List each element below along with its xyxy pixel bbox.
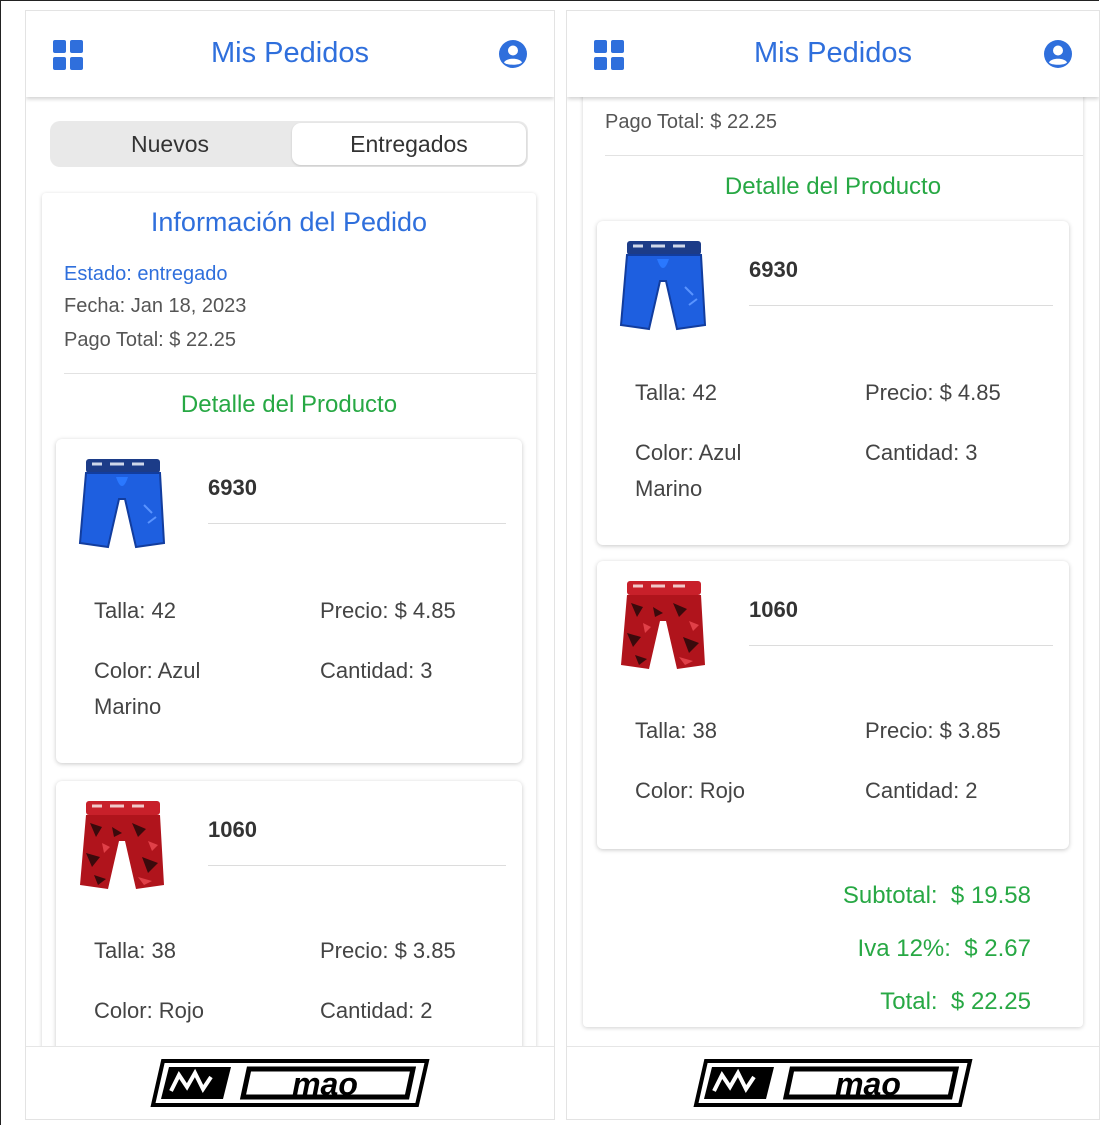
divider xyxy=(605,155,1083,156)
divider xyxy=(749,305,1053,306)
page-title: Mis Pedidos xyxy=(211,37,369,69)
blue-boxer-brief-image xyxy=(72,455,172,555)
divider xyxy=(749,645,1053,646)
product-card[interactable]: 1060 Talla: 38 Precio: $ 3.85 Color: Roj… xyxy=(597,561,1069,849)
divider xyxy=(64,373,536,374)
product-quantity: Cantidad: 2 xyxy=(320,998,433,1023)
product-size: Talla: 42 xyxy=(635,380,717,405)
product-code: 1060 xyxy=(208,817,257,842)
order-date: Fecha: Jan 18, 2023 xyxy=(64,295,247,317)
order-card: Pago Total: $ 22.25 Detalle del Producto… xyxy=(583,97,1083,1027)
order-info-title: Información del Pedido xyxy=(150,207,428,237)
phone-screen-top: Mis Pedidos Nuevos Entregados Informació… xyxy=(25,10,555,1120)
phone-screen-scrolled: Mis Pedidos Pago Total: $ 22.25 Detalle … xyxy=(566,10,1100,1120)
total-value: $ 22.25 xyxy=(950,988,1031,1015)
footer xyxy=(26,1046,554,1119)
product-quantity: Cantidad: 3 xyxy=(320,658,433,683)
product-price: Precio: $ 3.85 xyxy=(865,718,1001,743)
product-price: Precio: $ 4.85 xyxy=(320,598,456,623)
product-price: Precio: $ 4.85 xyxy=(865,380,1001,405)
total-label: Total: xyxy=(880,988,938,1015)
product-size: Talla: 42 xyxy=(94,598,176,623)
product-code: 6930 xyxy=(208,475,257,500)
order-card: Información del Pedido Estado: entregado… xyxy=(42,193,536,1047)
order-totals: Subtotal: $ 19.58 Iva 12%: $ 2.67 Total:… xyxy=(843,869,1031,1028)
blue-boxer-brief-image xyxy=(613,237,713,337)
product-code: 1060 xyxy=(749,597,798,622)
product-quantity: Cantidad: 2 xyxy=(865,778,978,803)
account-circle-icon[interactable] xyxy=(1043,39,1073,69)
subtotal-row: Subtotal: $ 19.58 xyxy=(843,869,1031,922)
product-card[interactable]: 1060 Talla: 38 Precio: $ 3.85 Color: Roj… xyxy=(56,781,522,1047)
product-size: Talla: 38 xyxy=(94,938,176,963)
mao-brand-logo xyxy=(688,1057,978,1109)
divider xyxy=(208,523,506,524)
footer xyxy=(567,1046,1099,1119)
page-title: Mis Pedidos xyxy=(754,37,912,69)
order-status: Estado: entregado xyxy=(64,263,228,285)
product-card[interactable]: 6930 Talla: 42 Precio: $ 4.85 Color: Azu… xyxy=(597,221,1069,545)
red-camo-boxer-brief-image xyxy=(613,577,713,677)
order-payment: Pago Total: $ 22.25 xyxy=(605,111,777,133)
product-code: 6930 xyxy=(749,257,798,282)
product-detail-title: Detalle del Producto xyxy=(180,391,398,418)
order-payment: Pago Total: $ 22.25 xyxy=(64,329,236,351)
product-color-line: Marino xyxy=(94,694,162,719)
product-color: Color: Rojo xyxy=(635,778,746,803)
product-color: Color: Azul Marino xyxy=(635,435,741,507)
product-price: Precio: $ 3.85 xyxy=(320,938,456,963)
orders-content: Pago Total: $ 22.25 Detalle del Producto… xyxy=(567,97,1099,1047)
tab-entregados[interactable]: Entregados xyxy=(292,123,526,165)
product-card[interactable]: 6930 Talla: 42 Precio: $ 4.85 Color: Azu… xyxy=(56,439,522,763)
subtotal-value: $ 19.58 xyxy=(950,882,1031,909)
product-color-line: Marino xyxy=(635,476,703,501)
subtotal-label: Subtotal: xyxy=(842,882,938,909)
iva-row: Iva 12%: $ 2.67 xyxy=(843,922,1031,975)
mao-brand-logo xyxy=(145,1057,435,1109)
product-quantity: Cantidad: 3 xyxy=(865,440,978,465)
account-circle-icon[interactable] xyxy=(498,39,528,69)
product-size: Talla: 38 xyxy=(635,718,717,743)
divider xyxy=(208,865,506,866)
total-row: Total: $ 22.25 xyxy=(843,975,1031,1028)
product-color-line: Color: Azul xyxy=(635,440,742,465)
iva-value: $ 2.67 xyxy=(964,935,1031,962)
orders-content: Nuevos Entregados Información del Pedido… xyxy=(26,97,554,1047)
iva-label: Iva 12%: xyxy=(857,935,951,962)
red-camo-boxer-brief-image xyxy=(72,797,172,897)
tab-nuevos[interactable]: Nuevos xyxy=(50,121,290,167)
order-status-tabs: Nuevos Entregados xyxy=(50,121,528,167)
product-color: Color: Azul Marino xyxy=(94,653,200,725)
product-color-line: Color: Azul xyxy=(94,658,201,683)
product-color: Color: Rojo xyxy=(94,998,205,1023)
app-bar: Mis Pedidos xyxy=(26,11,554,97)
app-bar: Mis Pedidos xyxy=(567,11,1099,97)
product-detail-title: Detalle del Producto xyxy=(724,173,942,200)
